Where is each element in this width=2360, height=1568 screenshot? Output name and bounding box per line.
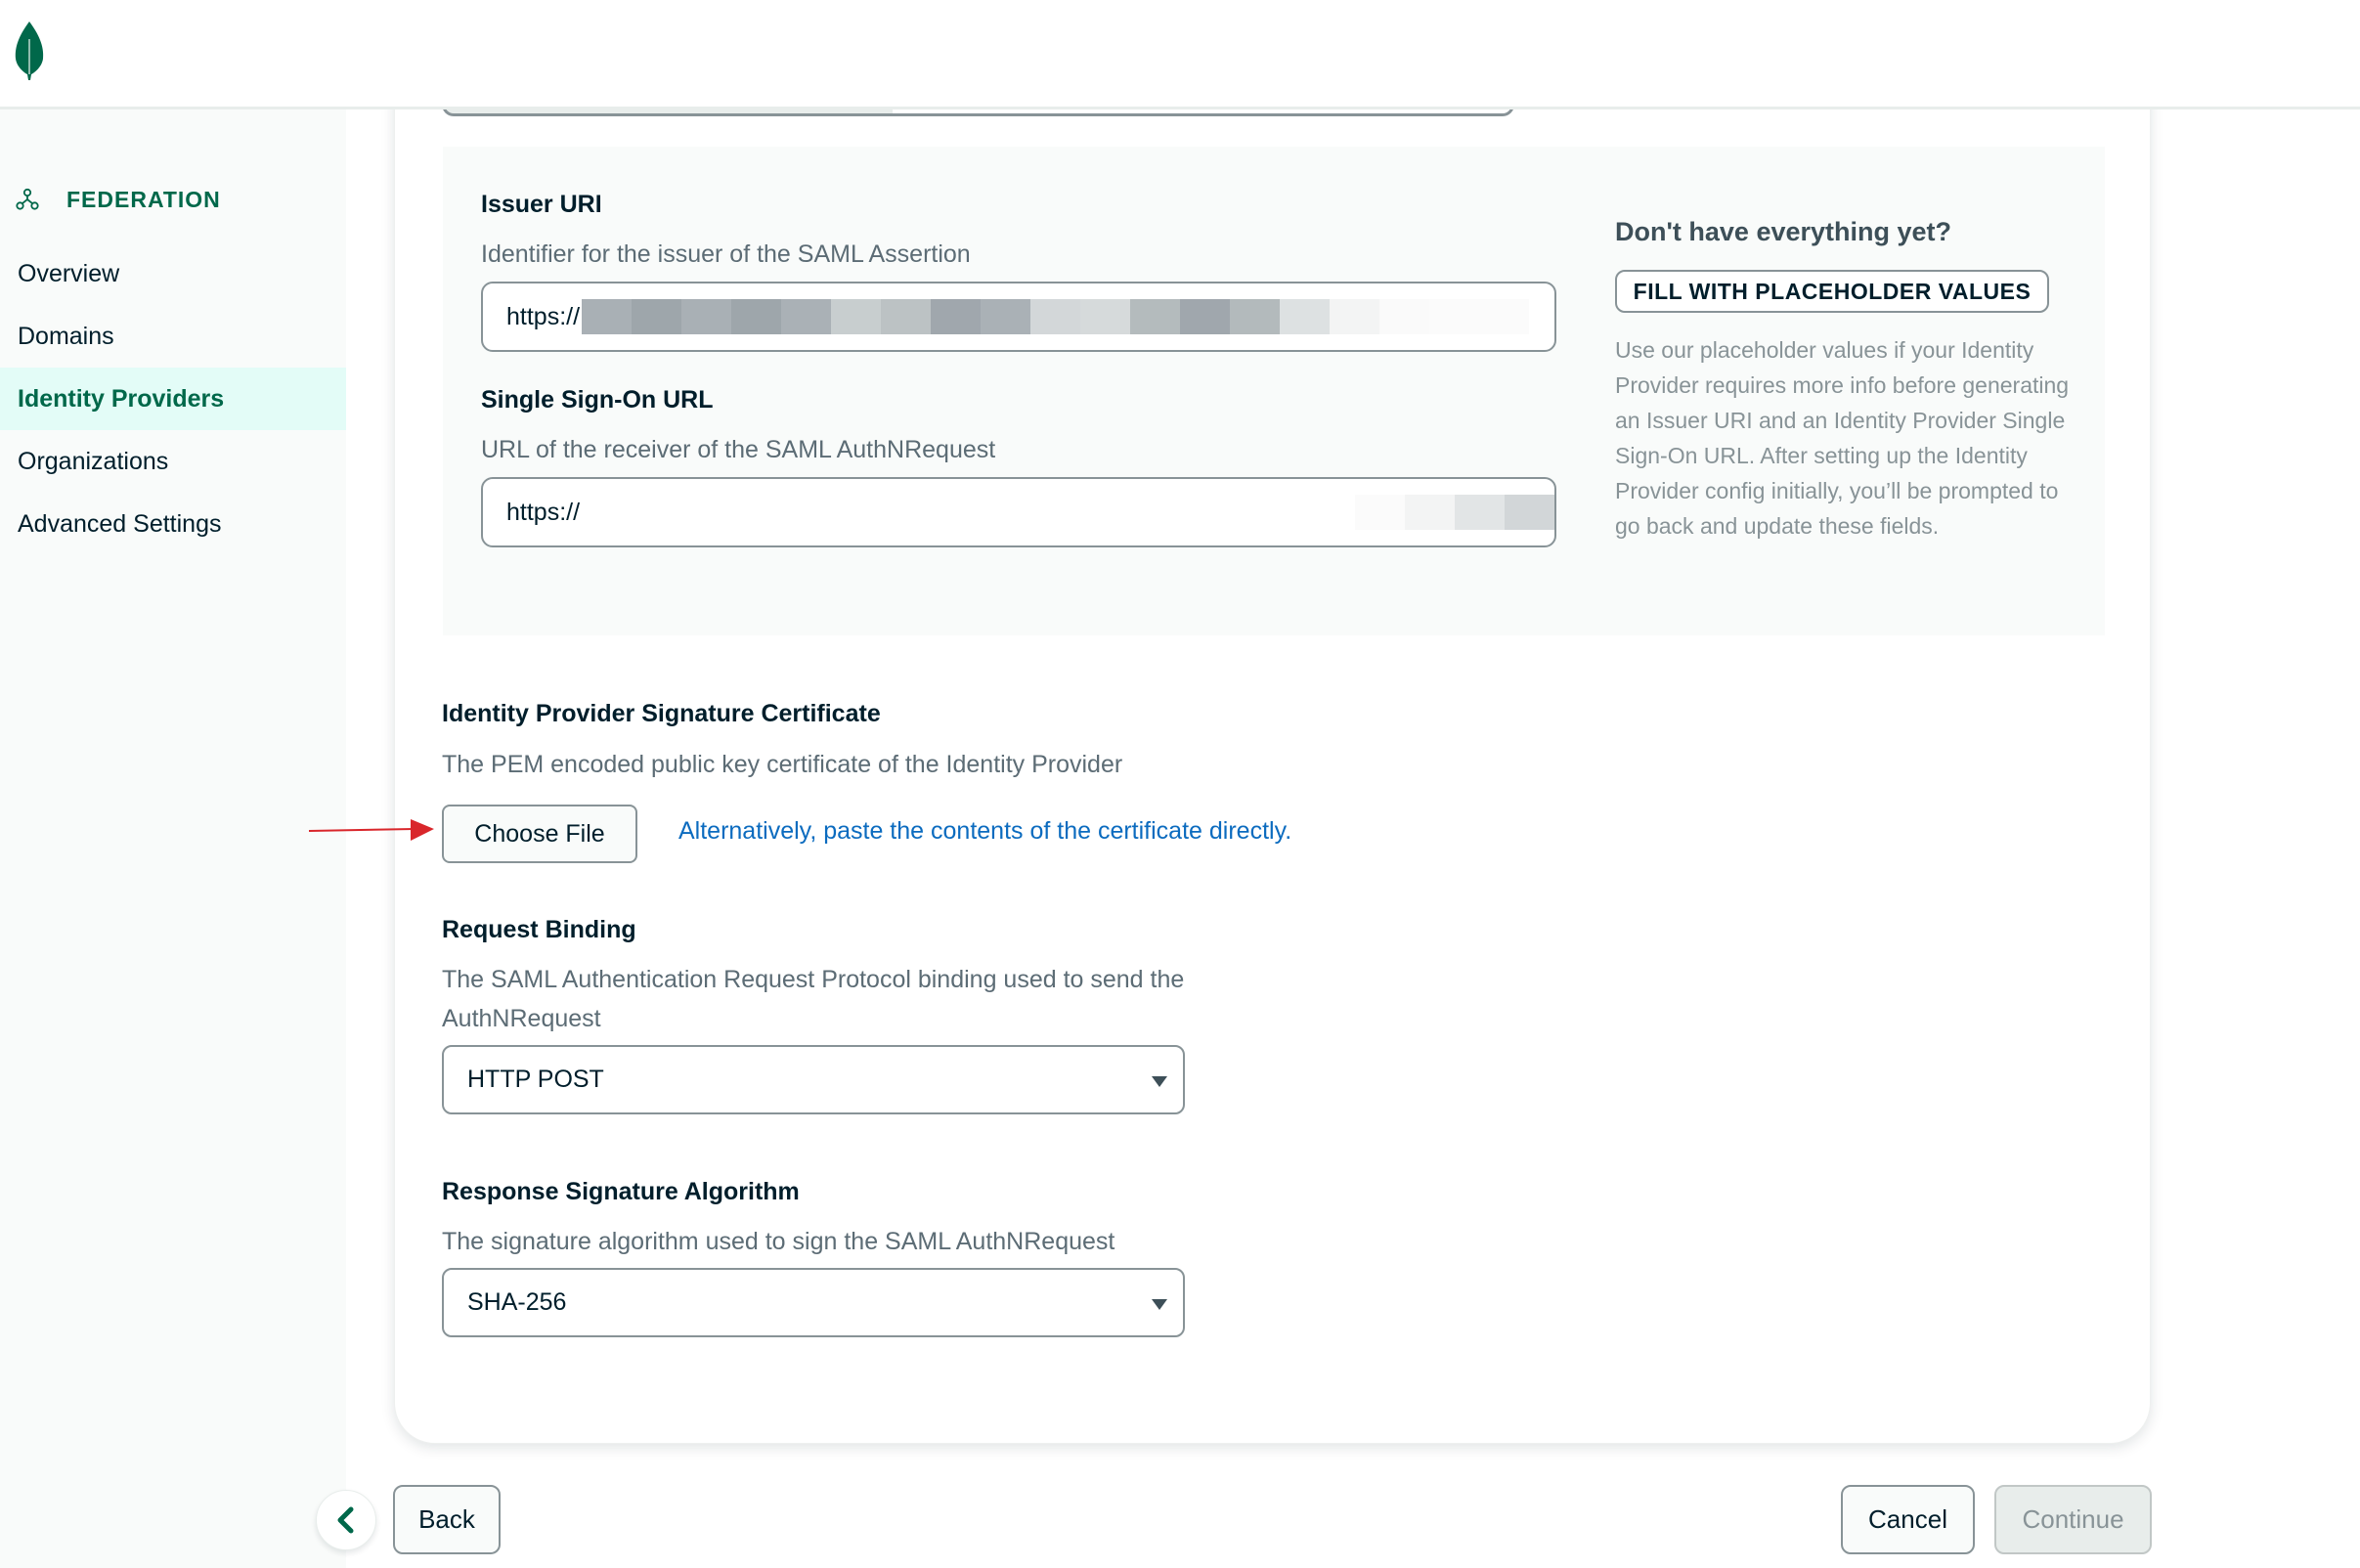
sso-url-label: Single Sign-On URL (481, 386, 714, 414)
collapse-sidebar-button[interactable] (316, 1490, 376, 1550)
issuer-uri-label: Issuer URI (481, 191, 602, 218)
top-header (0, 0, 2360, 109)
federation-section-header: FEDERATION (16, 180, 221, 219)
fill-placeholder-values-button[interactable]: FILL WITH PLACEHOLDER VALUES (1615, 270, 2049, 313)
caret-down-icon (1152, 1076, 1167, 1087)
sso-url-value: https:// (506, 498, 581, 526)
sidebar-item-overview[interactable]: Overview (0, 242, 346, 305)
redacted-value (582, 299, 1530, 334)
choose-file-button[interactable]: Choose File (442, 805, 637, 863)
federation-title: FEDERATION (66, 186, 221, 212)
signature-algorithm-label: Response Signature Algorithm (442, 1178, 800, 1205)
signature-algorithm-select[interactable]: SHA-256 (442, 1268, 1185, 1337)
sidebar-item-organizations[interactable]: Organizations (0, 430, 346, 493)
chevron-left-icon (337, 1506, 354, 1534)
federation-icon (16, 188, 39, 210)
back-button[interactable]: Back (393, 1485, 501, 1554)
sidebar-item-advanced-settings[interactable]: Advanced Settings (0, 493, 346, 555)
continue-button[interactable]: Continue (1994, 1485, 2152, 1554)
signature-algorithm-value: SHA-256 (467, 1288, 567, 1316)
issuer-uri-input[interactable]: https:// (481, 282, 1556, 352)
issuer-uri-description: Identifier for the issuer of the SAML As… (481, 240, 971, 268)
placeholder-aside-title: Don't have everything yet? (1615, 217, 1951, 246)
certificate-label: Identity Provider Signature Certificate (442, 700, 881, 727)
sidebar-nav: Overview Domains Identity Providers Orga… (0, 242, 346, 555)
paste-certificate-link[interactable]: Alternatively, paste the contents of the… (678, 817, 1291, 846)
sidebar-item-identity-providers[interactable]: Identity Providers (0, 368, 346, 430)
sidebar: FEDERATION Overview Domains Identity Pro… (0, 109, 346, 1568)
caret-down-icon (1152, 1299, 1167, 1310)
sso-url-input[interactable]: https:// (481, 477, 1556, 547)
issuer-uri-value: https:// (506, 302, 581, 330)
request-binding-label: Request Binding (442, 916, 636, 943)
request-binding-select[interactable]: HTTP POST (442, 1045, 1185, 1114)
sso-url-description: URL of the receiver of the SAML AuthNReq… (481, 436, 996, 463)
annotation-arrow-icon (309, 819, 434, 841)
sidebar-item-domains[interactable]: Domains (0, 305, 346, 368)
cancel-button[interactable]: Cancel (1841, 1485, 1975, 1554)
signature-algorithm-description: The signature algorithm used to sign the… (442, 1228, 1115, 1255)
certificate-description: The PEM encoded public key certificate o… (442, 751, 1123, 778)
request-binding-value: HTTP POST (467, 1066, 604, 1093)
request-binding-description: The SAML Authentication Request Protocol… (442, 966, 1185, 1032)
redacted-value (1355, 495, 1554, 530)
mongodb-leaf-logo-icon[interactable] (14, 20, 45, 80)
placeholder-aside-text: Use our placeholder values if your Ident… (1615, 337, 2070, 539)
